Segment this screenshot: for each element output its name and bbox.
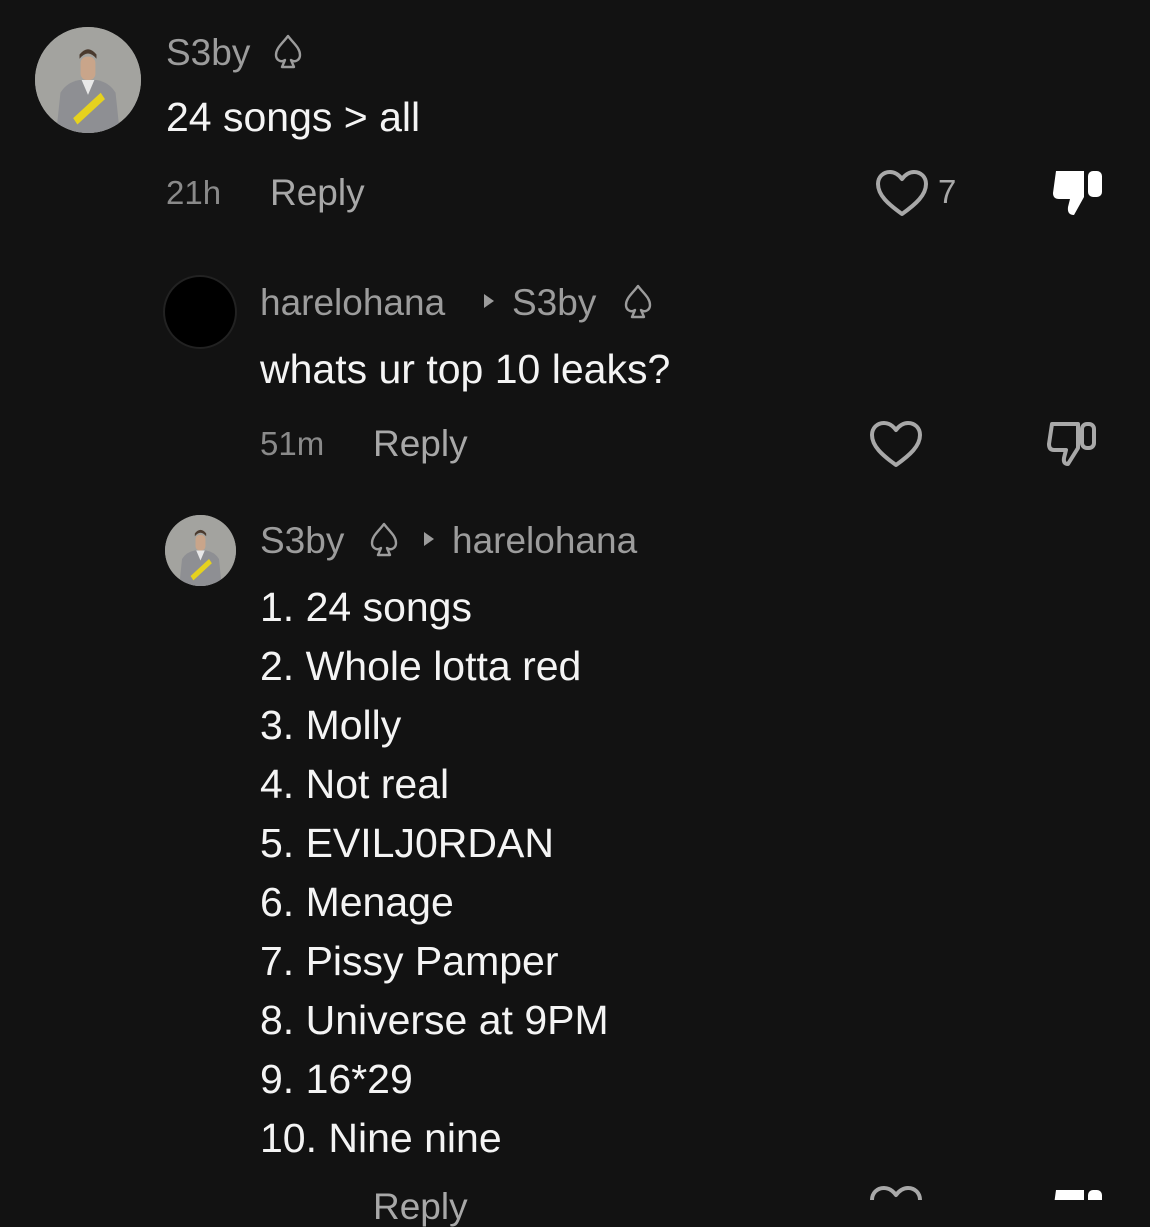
spade-icon — [368, 521, 400, 559]
thumbs-down-outline-icon[interactable] — [1044, 416, 1100, 470]
list-item: 7. Pissy Pamper — [260, 938, 559, 984]
thumbs-down-filled-icon[interactable] — [1050, 165, 1106, 219]
comment-text: whats ur top 10 leaks? — [260, 346, 671, 392]
list-item: 9. 16*29 — [260, 1056, 413, 1102]
spade-icon — [622, 283, 654, 321]
avatar[interactable] — [165, 277, 235, 347]
reply-to-username[interactable]: S3by — [512, 284, 596, 321]
heart-outline-icon[interactable] — [874, 168, 930, 218]
comment-text-list: 1. 24 songs 2. Whole lotta red 3. Molly … — [260, 587, 609, 1177]
spade-icon — [272, 33, 304, 71]
avatar[interactable] — [35, 27, 141, 133]
comment-text: 24 songs > all — [166, 94, 421, 140]
list-item: 4. Not real — [260, 761, 450, 807]
list-item: 8. Universe at 9PM — [260, 997, 609, 1043]
list-item: 2. Whole lotta red — [260, 643, 582, 689]
comment-timestamp: 51m — [260, 425, 325, 462]
triangle-right-icon — [482, 292, 496, 310]
list-item: 5. EVILJ0RDAN — [260, 820, 554, 866]
thumbs-down-filled-icon[interactable] — [1050, 1184, 1106, 1200]
reply-button[interactable]: Reply — [373, 425, 468, 462]
list-item: 6. Menage — [260, 879, 454, 925]
reply-to-username[interactable]: harelohana — [452, 522, 637, 559]
heart-outline-icon[interactable] — [868, 1184, 924, 1200]
comment-timestamp: 21h — [166, 174, 222, 211]
avatar[interactable] — [165, 515, 236, 586]
triangle-right-icon — [422, 530, 436, 548]
reply-button[interactable]: Reply — [373, 1188, 468, 1225]
list-item: 3. Molly — [260, 702, 402, 748]
heart-outline-icon[interactable] — [868, 419, 924, 469]
list-item: 1. 24 songs — [260, 584, 472, 630]
comment-username[interactable]: S3by — [166, 34, 250, 71]
avatar-photo-icon — [165, 515, 236, 586]
comment-username[interactable]: S3by — [260, 522, 344, 559]
list-item: 10. Nine nine — [260, 1115, 502, 1161]
comment-username[interactable]: harelohana — [260, 284, 445, 321]
avatar-photo-icon — [35, 27, 141, 133]
like-count: 7 — [938, 173, 957, 210]
reply-button[interactable]: Reply — [270, 174, 365, 211]
